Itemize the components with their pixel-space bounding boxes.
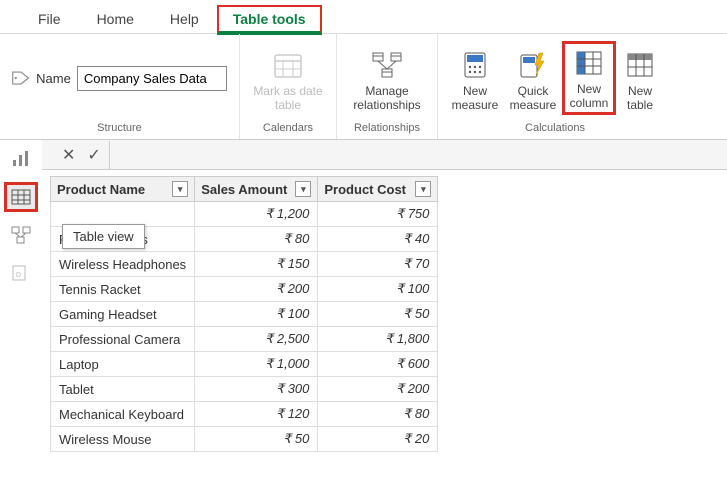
cell-product (51, 202, 195, 227)
new-measure-button[interactable]: New measure (446, 44, 504, 112)
cell-sales: ₹ 1,200 (195, 202, 318, 227)
cancel-formula-button[interactable]: ✕ (62, 145, 75, 165)
report-view-button[interactable] (4, 144, 38, 174)
table-row[interactable]: Professional Camera₹ 2,500₹ 1,800 (51, 327, 438, 352)
filter-button[interactable]: ▾ (415, 181, 431, 197)
tab-file[interactable]: File (20, 5, 79, 33)
cell-cost: ₹ 1,800 (318, 327, 438, 352)
cell-sales: ₹ 100 (195, 302, 318, 327)
calculator-icon (463, 51, 487, 79)
svg-text:D: D (16, 272, 21, 279)
new-column-icon (576, 51, 602, 75)
table-row[interactable]: Tablet₹ 300₹ 200 (51, 377, 438, 402)
table-row[interactable]: Mechanical Keyboard₹ 120₹ 80 (51, 402, 438, 427)
cell-cost: ₹ 80 (318, 402, 438, 427)
cell-cost: ₹ 40 (318, 227, 438, 252)
cell-product: Professional Camera (51, 327, 195, 352)
cell-sales: ₹ 200 (195, 277, 318, 302)
cell-product: Wireless Mouse (51, 427, 195, 452)
filter-button[interactable]: ▾ (172, 181, 188, 197)
filter-button[interactable]: ▾ (295, 181, 311, 197)
tab-home[interactable]: Home (79, 5, 152, 33)
table-view-tooltip: Table view (62, 224, 145, 249)
table-row[interactable]: Gaming Headset₹ 100₹ 50 (51, 302, 438, 327)
table-row[interactable]: Laptop₹ 1,000₹ 600 (51, 352, 438, 377)
chart-icon (11, 150, 31, 168)
group-relationships-label: Relationships (354, 120, 420, 137)
formula-bar: ✕ ✓ (42, 140, 727, 170)
col-cost-header: Product Cost (324, 182, 406, 197)
new-table-icon (627, 53, 653, 77)
table-row[interactable]: Wireless Mouse₹ 50₹ 20 (51, 427, 438, 452)
commit-formula-button[interactable]: ✓ (87, 145, 100, 165)
model-view-button[interactable] (4, 220, 38, 250)
cell-product: Wireless Headphones (51, 252, 195, 277)
ribbon-tabs: File Home Help Table tools (0, 0, 727, 34)
cell-cost: ₹ 50 (318, 302, 438, 327)
group-calendars-label: Calendars (263, 120, 313, 137)
tag-icon (12, 71, 30, 85)
cell-cost: ₹ 20 (318, 427, 438, 452)
cell-sales: ₹ 50 (195, 427, 318, 452)
model-icon (11, 226, 31, 244)
table-view-button[interactable] (4, 182, 38, 212)
mark-as-date-label: Mark as date table (253, 84, 322, 112)
quick-measure-label: Quick measure (510, 84, 557, 112)
manage-relationships-button[interactable]: Manage relationships (345, 44, 429, 112)
group-structure-label: Structure (97, 120, 142, 137)
new-table-label: New table (627, 84, 653, 112)
calendar-icon (273, 51, 303, 79)
new-measure-label: New measure (452, 84, 499, 112)
table-row[interactable]: ₹ 1,200₹ 750 (51, 202, 438, 227)
cell-cost: ₹ 100 (318, 277, 438, 302)
quick-measure-button[interactable]: Quick measure (504, 44, 562, 112)
col-product-header: Product Name (57, 182, 145, 197)
cell-sales: ₹ 120 (195, 402, 318, 427)
new-column-button[interactable]: New column (562, 41, 616, 115)
cell-sales: ₹ 2,500 (195, 327, 318, 352)
col-sales-header: Sales Amount (201, 182, 287, 197)
cell-sales: ₹ 150 (195, 252, 318, 277)
cell-cost: ₹ 200 (318, 377, 438, 402)
relationship-icon (371, 51, 403, 79)
tab-help[interactable]: Help (152, 5, 217, 33)
table-row[interactable]: Wireless Headphones₹ 150₹ 70 (51, 252, 438, 277)
ribbon: Name Structure Mark as date table (0, 34, 727, 140)
table-name-input[interactable] (77, 66, 227, 91)
view-rail: D (0, 140, 42, 452)
cell-cost: ₹ 750 (318, 202, 438, 227)
quick-measure-icon (519, 51, 547, 79)
name-label: Name (36, 71, 71, 86)
table-row[interactable]: Tennis Racket₹ 200₹ 100 (51, 277, 438, 302)
cell-cost: ₹ 600 (318, 352, 438, 377)
tab-table-tools[interactable]: Table tools (217, 5, 322, 35)
cell-product: Gaming Headset (51, 302, 195, 327)
table-icon (11, 189, 31, 205)
formula-input[interactable] (109, 141, 727, 169)
data-table: Product Name ▾ Sales Amount ▾ Product Cost… (50, 176, 438, 452)
manage-relationships-label: Manage relationships (353, 84, 420, 112)
mark-as-date-table-button[interactable]: Mark as date table (248, 44, 328, 112)
new-column-label: New column (570, 82, 609, 110)
cell-product: Tablet (51, 377, 195, 402)
dax-view-button[interactable]: D (4, 258, 38, 288)
cell-product: Mechanical Keyboard (51, 402, 195, 427)
cell-sales: ₹ 1,000 (195, 352, 318, 377)
cell-sales: ₹ 300 (195, 377, 318, 402)
cell-sales: ₹ 80 (195, 227, 318, 252)
dax-icon: D (11, 264, 31, 282)
cell-cost: ₹ 70 (318, 252, 438, 277)
new-table-button[interactable]: New table (616, 44, 664, 112)
cell-product: Laptop (51, 352, 195, 377)
group-calculations-label: Calculations (525, 120, 585, 137)
cell-product: Tennis Racket (51, 277, 195, 302)
